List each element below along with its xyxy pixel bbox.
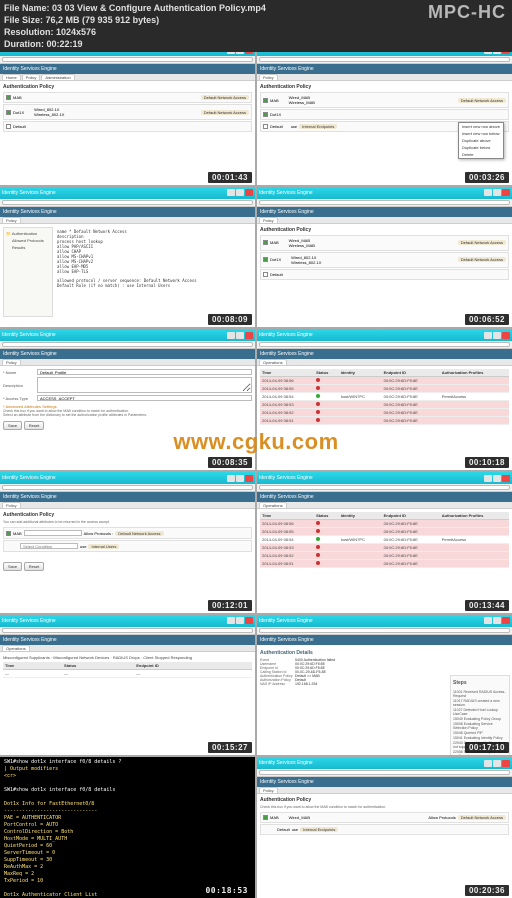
name-input[interactable] <box>37 369 252 375</box>
table-row[interactable]: 2014-04-09 08:5100:0C:29:6D:F5:8E <box>260 560 509 568</box>
thumbnail-3: Identity Services Engine Identity Servic… <box>0 187 255 328</box>
menu-insert-below[interactable]: Insert new row below <box>459 130 503 137</box>
reset-button[interactable]: Reset <box>24 421 44 430</box>
tab-home[interactable]: Home <box>2 74 21 80</box>
thumbnail-4: Identity Services Engine Identity Servic… <box>257 187 512 328</box>
thumbnail-6: Identity Services Engine Identity Servic… <box>257 329 512 470</box>
url-input[interactable] <box>259 342 510 347</box>
timestamp: 00:12:01 <box>208 600 252 611</box>
timestamp: 00:08:35 <box>208 457 252 468</box>
table-row[interactable]: 2014-04-09 08:54host/WIN7PC00:0C:29:6D:F… <box>260 393 509 401</box>
tree-item[interactable]: Allowed Protocols <box>6 237 50 244</box>
url-input[interactable] <box>259 57 510 62</box>
timestamp: 00:06:52 <box>465 314 509 325</box>
thumbnail-11-terminal: SW1#show dot1x interface f0/8 details ? … <box>0 757 255 898</box>
url-input[interactable] <box>2 57 253 62</box>
resolution: 1024x576 <box>56 27 96 37</box>
tree-root[interactable]: Authentication <box>6 230 50 237</box>
menu-delete[interactable]: Delete <box>459 151 503 158</box>
rule-name-input[interactable] <box>24 530 82 536</box>
table-row[interactable]: 2014-04-09 08:5500:0C:29:6D:F5:8E <box>260 528 509 536</box>
table-row[interactable]: 2014-04-09 08:5100:0C:29:6D:F5:8E <box>260 417 509 425</box>
table-row[interactable]: 2014-04-09 08:5600:0C:29:6D:F5:8E <box>260 377 509 385</box>
browser-toolbar <box>0 56 255 64</box>
menu-duplicate-above[interactable]: Duplicate above <box>459 137 503 144</box>
timestamp: 00:18:53 <box>201 885 252 896</box>
left-tree[interactable]: Authentication Allowed Protocols Results <box>3 227 53 317</box>
menu-insert-above[interactable]: Insert new row above <box>459 123 503 130</box>
timestamp: 00:13:44 <box>465 600 509 611</box>
tab-policy[interactable]: Policy <box>22 74 41 80</box>
table-row[interactable]: 2014-04-09 08:5300:0C:29:6D:F5:8E <box>260 544 509 552</box>
policy-row-dot1x[interactable]: Dot1X Wired_802.1X Wireless_802.1X Defau… <box>3 104 252 120</box>
enable-checkbox[interactable] <box>6 95 11 100</box>
policy-row[interactable]: MAB Allow Protocols : Default Network Ac… <box>3 527 252 539</box>
policy-row-mab[interactable]: MAB Default Network Access <box>3 92 252 103</box>
thumbnail-12: Identity Services Engine Identity Servic… <box>257 757 512 898</box>
protocol-settings: name * Default Network Access descriptio… <box>55 227 252 290</box>
live-auth-table: TimeStatusIdentityEndpoint IDAuthorizati… <box>260 512 509 568</box>
enable-checkbox[interactable] <box>6 110 11 115</box>
policy-row-mab[interactable]: MAB Wired_MABWireless_MAB Default Networ… <box>260 92 509 108</box>
main-nav: Home Policy Administration <box>0 74 255 81</box>
table-row[interactable]: 2014-04-09 08:5500:0C:29:6D:F5:8E <box>260 385 509 393</box>
table-row[interactable]: 2014-04-09 08:5300:0C:29:6D:F5:8E <box>260 401 509 409</box>
save-button[interactable]: Save <box>3 562 22 571</box>
enable-checkbox[interactable] <box>6 124 11 129</box>
url-input[interactable] <box>2 200 253 205</box>
timestamp: 00:03:26 <box>465 172 509 183</box>
url-input[interactable] <box>2 485 253 490</box>
timestamp: 00:10:18 <box>465 457 509 468</box>
tree-item[interactable]: Results <box>6 244 50 251</box>
file-name: 03 03 View & Configure Authentication Po… <box>52 3 266 13</box>
url-input[interactable] <box>259 200 510 205</box>
live-auth-table: TimeStatusEndpoint ID ——— <box>3 662 252 678</box>
reset-button[interactable]: Reset <box>24 562 44 571</box>
table-row[interactable]: 2014-04-09 08:54host/WIN7PC00:0C:29:6D:F… <box>260 536 509 544</box>
menu-duplicate-below[interactable]: Duplicate below <box>459 144 503 151</box>
timestamp: 00:01:43 <box>208 172 252 183</box>
thumbnail-1: Identity Services Engine Identity Servic… <box>0 44 255 185</box>
timestamp: 00:17:10 <box>465 742 509 753</box>
timestamp: 00:08:09 <box>208 314 252 325</box>
file-size: 76,2 MB (79 935 912 bytes) <box>46 15 160 25</box>
timestamp: 00:15:27 <box>208 742 252 753</box>
live-auth-table: TimeStatusIdentityEndpoint IDAuthorizati… <box>260 369 509 425</box>
condition-select[interactable] <box>20 543 78 549</box>
player-logo: MPC-HC <box>428 2 506 23</box>
table-row[interactable]: 2014-04-09 08:5200:0C:29:6D:F5:8E <box>260 409 509 417</box>
timestamp: 00:20:36 <box>465 885 509 896</box>
section-title: Authentication Policy <box>3 84 252 90</box>
thumbnail-9: Identity Services Engine Identity Servic… <box>0 615 255 756</box>
url-input[interactable] <box>2 342 253 347</box>
row-action-menu[interactable]: Insert new row above Insert new row belo… <box>458 122 504 159</box>
thumbnail-5: Identity Services Engine Identity Servic… <box>0 329 255 470</box>
table-row[interactable]: 2014-04-09 08:5600:0C:29:6D:F5:8E <box>260 520 509 528</box>
thumbnail-7: Identity Services Engine Identity Servic… <box>0 472 255 613</box>
save-button[interactable]: Save <box>3 421 22 430</box>
thumbnail-grid: Identity Services Engine Identity Servic… <box>0 0 512 898</box>
section-heading: Authentication Details <box>260 650 383 656</box>
table-row[interactable]: 2014-04-09 08:5200:0C:29:6D:F5:8E <box>260 552 509 560</box>
policy-row-default[interactable]: Default <box>3 121 252 132</box>
duration: 00:22:19 <box>47 39 83 49</box>
tab-admin[interactable]: Administration <box>41 74 74 80</box>
thumbnail-8: Identity Services Engine Identity Servic… <box>257 472 512 613</box>
description-textarea[interactable] <box>37 377 252 393</box>
app-header: Identity Services Engine <box>0 64 255 74</box>
access-type-select[interactable] <box>37 395 252 401</box>
thumbnail-10: Identity Services Engine Identity Servic… <box>257 615 512 756</box>
thumbnail-2: Identity Services Engine Identity Servic… <box>257 44 512 185</box>
